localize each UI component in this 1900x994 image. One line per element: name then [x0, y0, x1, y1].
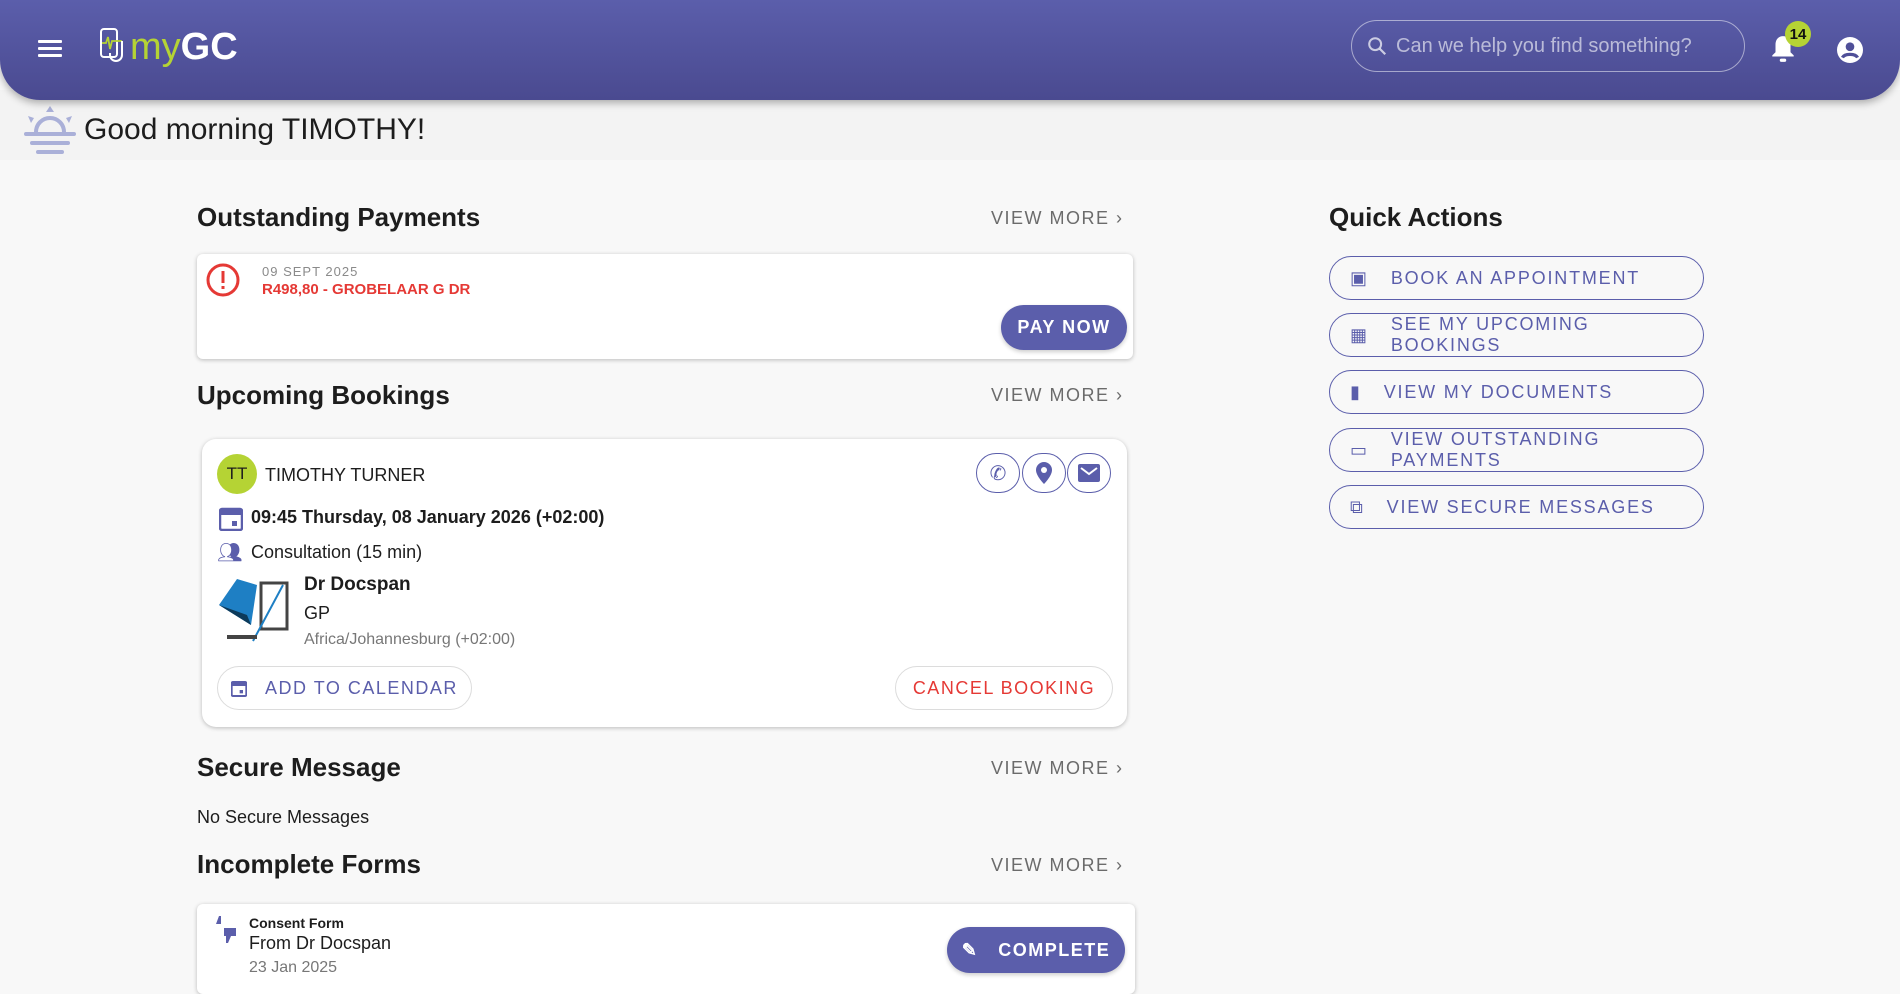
calendar-icon [231, 681, 248, 697]
outstanding-view-more-link[interactable]: VIEW MORE › [991, 208, 1124, 229]
cancel-booking-button[interactable]: CANCEL BOOKING [895, 666, 1113, 710]
view-more-label: VIEW MORE [991, 758, 1110, 778]
doctor-logo [219, 579, 289, 642]
call-button[interactable]: ✆ [976, 453, 1020, 493]
quick-action-label: VIEW OUTSTANDING PAYMENTS [1390, 429, 1601, 470]
quick-actions-title: Quick Actions [1329, 202, 1503, 232]
form-date: 23 Jan 2025 [249, 959, 338, 976]
view-outstanding-payments-button[interactable]: ▭ VIEW OUTSTANDING PAYMENTS [1329, 428, 1704, 472]
booking-datetime: 09:45 Thursday, 08 January 2026 (+02:00) [251, 507, 605, 527]
search-box[interactable] [1351, 20, 1745, 72]
stethoscope-phone-icon [100, 27, 123, 62]
see-upcoming-bookings-button[interactable]: ▦ SEE MY UPCOMING BOOKINGS [1329, 313, 1704, 357]
form-card: Consent Form From Dr Docspan 23 Jan 2025… [197, 904, 1135, 994]
logo-my: my [130, 26, 181, 68]
secure-view-more-link[interactable]: VIEW MORE › [991, 758, 1124, 779]
search-icon [1368, 37, 1387, 56]
alert-circle-icon [206, 263, 240, 297]
pencil-icon: ✎ [961, 939, 979, 960]
notification-badge: 14 [1785, 21, 1811, 47]
thumbs-up-down-icon [210, 916, 236, 943]
secure-message-title: Secure Message [197, 752, 401, 782]
doctor-specialty: GP [304, 603, 331, 623]
bookings-view-more-link[interactable]: VIEW MORE › [991, 385, 1124, 406]
chevron-right-icon: › [1116, 855, 1124, 875]
upcoming-bookings-title: Upcoming Bookings [197, 380, 450, 410]
calendar-icon: ▣ [1350, 267, 1369, 288]
location-button[interactable] [1022, 453, 1066, 493]
form-name: Consent Form [249, 915, 344, 931]
chevron-right-icon: › [1116, 208, 1124, 228]
booking-card: TT TIMOTHY TURNER ✆ 09:45 Thursday, 08 J… [202, 439, 1127, 727]
complete-form-button[interactable]: ✎ COMPLETE [947, 927, 1125, 973]
view-more-label: VIEW MORE [991, 208, 1110, 228]
view-more-label: VIEW MORE [991, 385, 1110, 405]
add-to-calendar-button[interactable]: ADD TO CALENDAR [217, 666, 472, 710]
quick-action-label: SEE MY UPCOMING BOOKINGS [1390, 314, 1590, 355]
complete-label: COMPLETE [998, 939, 1111, 960]
greeting: Good morning TIMOTHY! [24, 104, 425, 156]
quick-action-label: VIEW MY DOCUMENTS [1383, 381, 1613, 402]
calendar-grid-icon: ▦ [1350, 324, 1369, 345]
chevron-right-icon: › [1116, 385, 1124, 405]
no-messages-text: No Secure Messages [197, 807, 370, 827]
quick-action-label: BOOK AN APPOINTMENT [1390, 267, 1641, 288]
booking-type: Consultation (15 min) [251, 542, 423, 562]
greeting-text: Good morning TIMOTHY! [84, 113, 426, 146]
view-documents-button[interactable]: ▮ VIEW MY DOCUMENTS [1329, 370, 1704, 414]
location-pin-icon [1036, 462, 1052, 484]
phone-icon: ✆ [989, 462, 1007, 485]
book-appointment-button[interactable]: ▣ BOOK AN APPOINTMENT [1329, 256, 1704, 300]
form-from: From Dr Docspan [249, 933, 392, 953]
forms-view-more-link[interactable]: VIEW MORE › [991, 855, 1124, 876]
pay-now-button[interactable]: PAY NOW [1001, 305, 1127, 350]
group-icon: 👥︎ [217, 542, 243, 564]
email-button[interactable] [1067, 453, 1111, 493]
incomplete-forms-title: Incomplete Forms [197, 849, 421, 879]
view-more-label: VIEW MORE [991, 855, 1110, 875]
avatar: TT [217, 454, 257, 494]
calendar-icon [219, 507, 243, 531]
document-icon: ▮ [1350, 381, 1362, 402]
add-to-calendar-label: ADD TO CALENDAR [265, 677, 458, 698]
outstanding-payments-title: Outstanding Payments [197, 202, 481, 232]
top-app-bar: myGC 14 [0, 0, 1900, 100]
credit-card-icon: ▭ [1350, 439, 1369, 460]
doctor-name: Dr Docspan [304, 574, 411, 595]
quick-action-label: VIEW SECURE MESSAGES [1386, 496, 1655, 517]
logo-gc: GC [180, 26, 238, 68]
sunrise-icon [24, 106, 76, 154]
payment-card: 09 SEPT 2025 R498,80 - GROBELAAR G DR PA… [197, 254, 1133, 359]
payment-description: R498,80 - GROBELAAR G DR [262, 281, 471, 298]
doctor-timezone: Africa/Johannesburg (+02:00) [304, 631, 516, 648]
chevron-right-icon: › [1116, 758, 1124, 778]
account-icon[interactable] [1837, 37, 1863, 63]
search-input[interactable] [1396, 34, 1726, 58]
view-secure-messages-button[interactable]: ⧉ VIEW SECURE MESSAGES [1329, 485, 1704, 529]
mail-icon [1078, 464, 1100, 482]
payment-date: 09 SEPT 2025 [262, 264, 359, 279]
menu-icon[interactable] [38, 40, 62, 58]
app-logo[interactable]: my GC [98, 26, 238, 69]
chat-icon: ⧉ [1350, 496, 1365, 517]
patient-name: TIMOTHY TURNER [265, 465, 426, 485]
